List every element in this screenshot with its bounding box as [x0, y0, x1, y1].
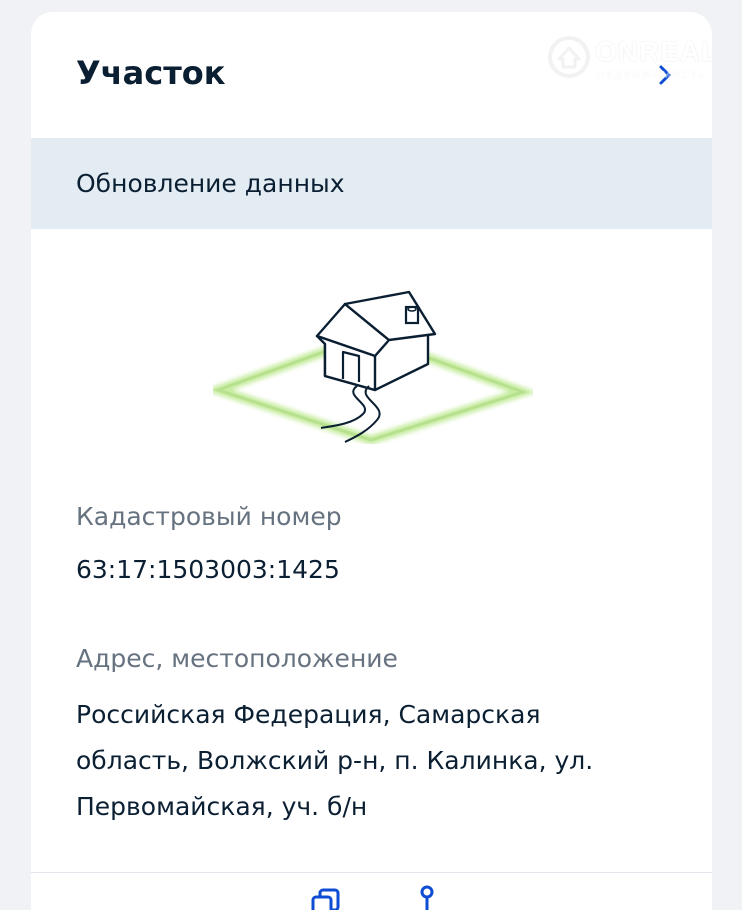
update-banner: Обновление данных: [31, 138, 712, 229]
plot-card: Участок Обновление данных Кадастровый но…: [31, 12, 712, 910]
brand-watermark: ONREALT НЕДВИЖИМОСТЬ: [541, 32, 712, 88]
watermark-brand: ONREALT: [595, 36, 712, 67]
house-on-plot-icon: [213, 290, 533, 444]
cadastral-label: Кадастровый номер: [76, 502, 342, 531]
address-value: Российская Федерация, Самарская область,…: [76, 692, 676, 830]
address-label: Адрес, местоположение: [76, 644, 398, 673]
cadastral-value: 63:17:1503003:1425: [76, 555, 340, 584]
divider: [31, 872, 712, 873]
watermark-logo-icon: [548, 36, 590, 78]
share-icon[interactable]: [407, 884, 447, 910]
copy-icon[interactable]: [307, 884, 347, 910]
address-line: Российская Федерация, Самарская: [76, 700, 541, 729]
card-title: Участок: [76, 54, 226, 92]
update-banner-label: Обновление данных: [76, 169, 345, 198]
watermark-tagline: НЕДВИЖИМОСТЬ: [597, 70, 708, 81]
address-line: Первомайская, уч. б/н: [76, 792, 368, 821]
page: Участок Обновление данных Кадастровый но…: [0, 0, 742, 910]
address-line: область, Волжский р-н, п. Калинка, ул.: [76, 746, 594, 775]
